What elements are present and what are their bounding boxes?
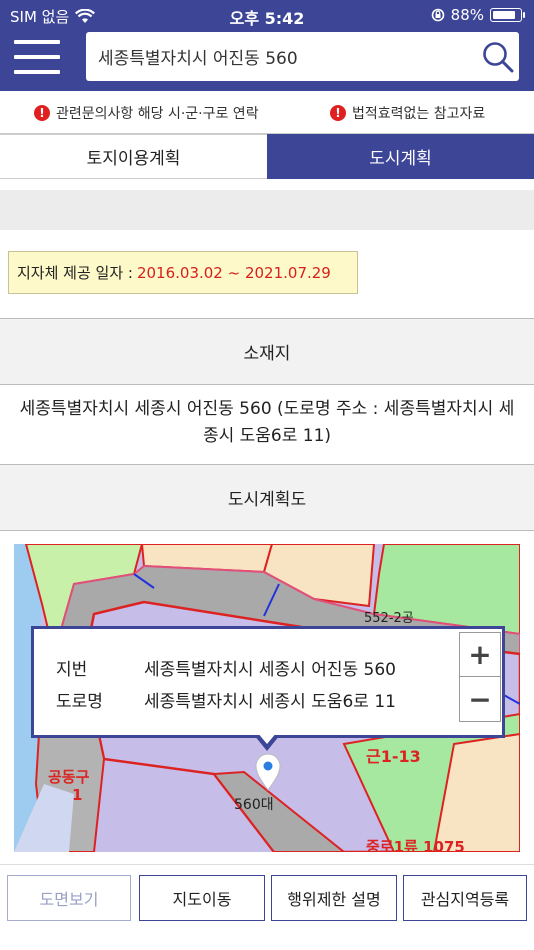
provision-label: 지자체 제공 일자 : <box>17 264 133 282</box>
map-label-utility-tunnel: 공동구 <box>48 768 90 786</box>
popup-road-value: 세종특별자치시 세종시 도움6로 11 <box>144 692 396 712</box>
search-bar <box>86 32 519 81</box>
orientation-lock-icon <box>431 8 444 22</box>
restriction-info-button[interactable]: 행위제한 설명 <box>271 875 397 921</box>
status-bar: SIM 없음 오후 5:42 88% <box>0 0 534 30</box>
zoom-out-button[interactable]: − <box>460 677 500 721</box>
popup-pointer <box>254 732 280 751</box>
hamburger-menu-button[interactable] <box>14 40 60 80</box>
map-label-parcel: 560대 <box>234 797 274 813</box>
exclamation-icon: ! <box>330 105 346 121</box>
notice-bar: ! 관련문의사항 해당 시·군·구로 연락 ! 법적효력없는 참고자료 <box>0 91 534 134</box>
notice-contact-text: 관련문의사항 해당 시·군·구로 연락 <box>56 106 259 122</box>
map-label-utility-tunnel-no: 1 <box>72 786 82 804</box>
battery-percent: 88% <box>450 6 484 24</box>
popup-jibun-key: 지번 <box>56 660 88 680</box>
parcel-info-popup: 지번 세종특별자치시 세종시 어진동 560 도로명 세종특별자치시 세종시 도… <box>31 626 505 738</box>
search-icon[interactable] <box>481 40 515 74</box>
zoom-control: + − <box>459 632 501 722</box>
map-label-552: 552-2공 <box>364 611 414 626</box>
move-map-button[interactable]: 지도이동 <box>139 875 265 921</box>
battery-status: 88% <box>431 6 525 24</box>
popup-road-row: 도로명 세종특별자치시 세종시 도움6로 11 <box>56 687 396 712</box>
search-input[interactable] <box>98 32 478 81</box>
battery-icon <box>490 8 525 22</box>
map-heading: 도시계획도 <box>0 464 534 531</box>
view-drawing-button[interactable]: 도면보기 <box>7 875 131 921</box>
map-label-road: 중로1류 1075 <box>366 838 465 852</box>
zoom-in-button[interactable]: + <box>460 633 500 677</box>
exclamation-icon: ! <box>34 105 50 121</box>
tab-bar: 토지이용계획 도시계획 <box>0 134 534 179</box>
location-heading: 소재지 <box>0 318 534 385</box>
app-header <box>0 30 534 91</box>
map-label-park: 근1-13 <box>366 747 421 766</box>
spacer-band <box>0 190 534 230</box>
tab-land-use-plan[interactable]: 토지이용계획 <box>0 134 267 179</box>
bottom-action-bar: 도면보기 지도이동 행위제한 설명 관심지역등록 <box>0 864 534 950</box>
tab-urban-plan[interactable]: 도시계획 <box>267 134 534 179</box>
notice-contact: ! 관련문의사항 해당 시·군·구로 연락 <box>34 103 259 123</box>
popup-jibun-row: 지번 세종특별자치시 세종시 어진동 560 <box>56 655 396 680</box>
provision-date-box: 지자체 제공 일자 : 2016.03.02 ~ 2021.07.29 <box>8 251 358 294</box>
notice-legal-text: 법적효력없는 참고자료 <box>352 106 486 122</box>
provision-date-value: 2016.03.02 ~ 2021.07.29 <box>136 263 331 282</box>
register-interest-button[interactable]: 관심지역등록 <box>403 875 527 921</box>
popup-road-key: 도로명 <box>56 692 103 712</box>
popup-jibun-value: 세종특별자치시 세종시 어진동 560 <box>144 660 396 680</box>
notice-legal: ! 법적효력없는 참고자료 <box>330 103 485 123</box>
location-address: 세종특별자치시 세종시 어진동 560 (도로명 주소 : 세종특별자치시 세종… <box>19 399 515 446</box>
